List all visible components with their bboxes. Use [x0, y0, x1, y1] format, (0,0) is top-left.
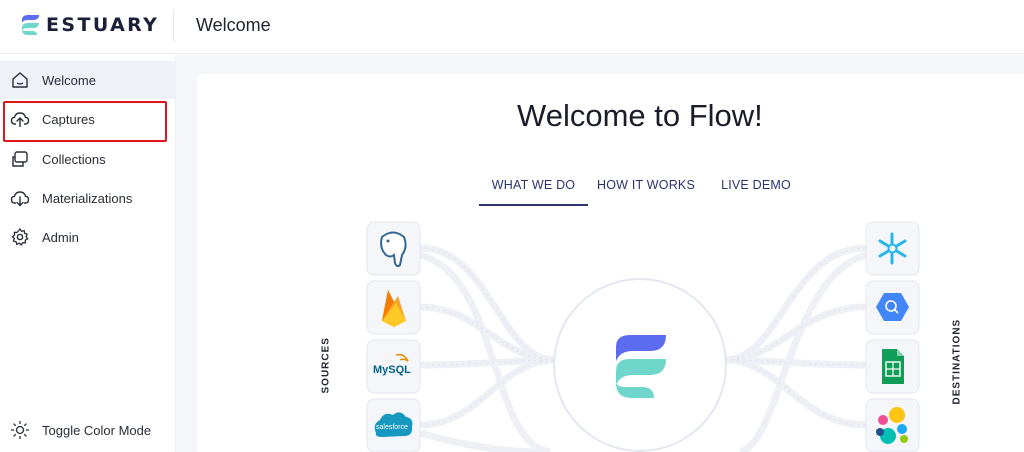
destination-google-sheets-tile[interactable] [865, 339, 920, 394]
source-mysql-tile[interactable]: MySQL [366, 339, 421, 394]
sidebar-item-label: Captures [42, 111, 95, 127]
page-title: Welcome [196, 15, 271, 35]
home-icon [12, 72, 28, 88]
google-sheets-icon [882, 349, 904, 384]
svg-text:salesforce: salesforce [376, 424, 408, 431]
destination-elastic-tile[interactable] [865, 398, 920, 452]
tab-live-demo[interactable]: LIVE DEMO [715, 172, 797, 206]
sidebar-item-collections[interactable]: Collections [0, 140, 176, 178]
cloud-upload-icon [10, 112, 30, 128]
collections-icon [12, 151, 28, 167]
source-postgresql-tile[interactable] [366, 221, 421, 276]
source-firebase-tile[interactable] [366, 280, 421, 335]
source-salesforce-tile[interactable]: salesforce [366, 398, 421, 452]
sidebar-item-welcome[interactable]: Welcome [0, 61, 176, 99]
cloud-download-icon [10, 191, 30, 207]
toggle-color-mode-button[interactable]: Toggle Color Mode [0, 411, 176, 449]
sidebar-item-label: Materializations [42, 190, 133, 206]
destinations-label: DESTINATIONS [951, 318, 963, 405]
destination-snowflake-tile[interactable] [865, 221, 920, 276]
gear-icon [11, 228, 29, 246]
toggle-color-mode-label: Toggle Color Mode [42, 422, 152, 438]
sources-label: SOURCES [320, 337, 332, 394]
sidebar-item-label: Collections [42, 151, 106, 167]
logo-text: ESTUARY [46, 14, 160, 36]
destination-bigquery-tile[interactable] [865, 280, 920, 335]
sidebar-item-label: Admin [42, 229, 79, 245]
estuary-logo[interactable]: ESTUARY [20, 14, 159, 36]
sidebar: Welcome Captures Collections Materializa… [0, 55, 176, 452]
tab-how-it-works[interactable]: HOW IT WORKS [595, 172, 697, 206]
sidebar-item-label: Welcome [42, 72, 96, 88]
sidebar-item-materializations[interactable]: Materializations [0, 179, 176, 217]
topbar-divider [173, 10, 174, 42]
data-flow-diagram: MySQL salesforce [366, 221, 920, 452]
sidebar-item-captures[interactable]: Captures [0, 100, 176, 138]
tab-what-we-do[interactable]: WHAT WE DO [479, 172, 588, 206]
top-bar: ESTUARY Welcome [0, 0, 1024, 54]
sidebar-item-admin[interactable]: Admin [0, 218, 176, 256]
welcome-heading: Welcome to Flow! [517, 98, 763, 133]
sun-icon [10, 420, 30, 440]
svg-text:MySQL: MySQL [373, 364, 411, 376]
estuary-logo-icon [22, 15, 39, 35]
